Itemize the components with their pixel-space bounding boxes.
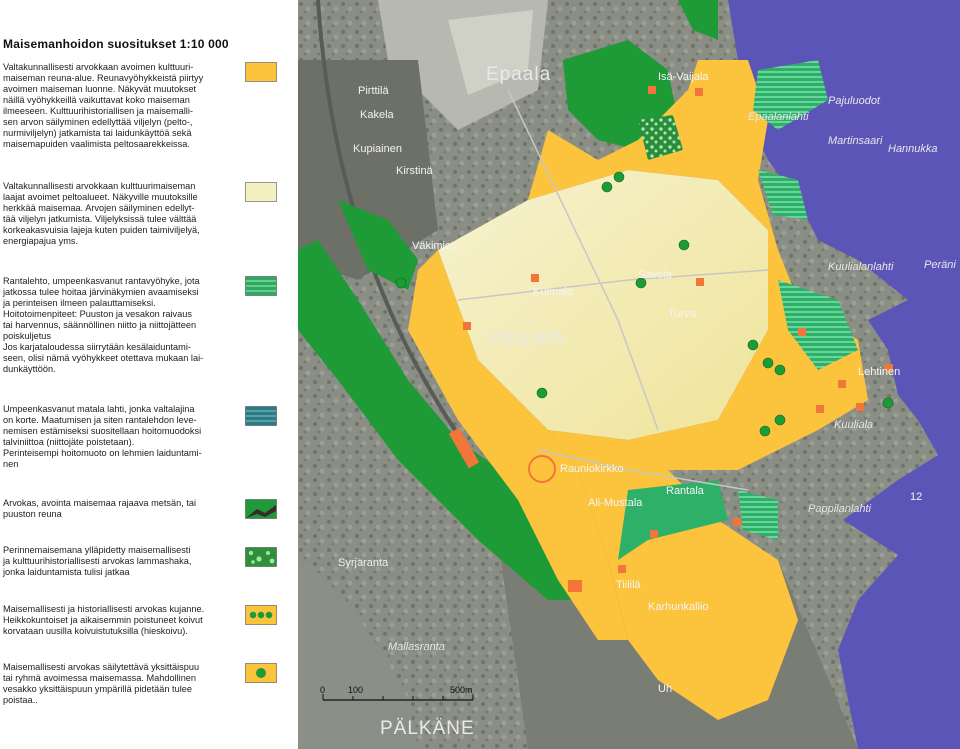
legend-text-kujanne: Maisemallisesti ja historiallisesti arvo… [3,604,205,636]
place-label: Syrjäranta [338,557,389,569]
place-label: Hannukka [888,143,938,155]
place-label: Pappilanlahti [808,503,872,515]
legend-panel: Maisemanhoidon suositukset 1:10 000 Valt… [0,0,298,749]
place-label: Rantala [666,485,705,497]
legend-text-lammashaka: Perinnemaisemana ylläpidetty maisemallis… [3,545,192,577]
place-label: Kulmala [533,286,574,298]
legend-text-yksittaispuu: Maisemallisesti arvokas säilytettävä yks… [3,662,200,705]
legend-title: Maisemanhoidon suositukset 1:10 000 [3,37,229,51]
place-label: Kirstinä [396,165,434,177]
landscape-map: Epaala Isä-Vaijala Pajuluodot Epaalanlah… [298,0,960,749]
place-label: Kuuliala [834,419,873,431]
place-label: Kuulialanlahti [828,261,894,273]
scale-label-0: 0 [320,685,325,695]
legend-swatch-reuna-alue [245,62,277,82]
place-label: Epaalanlahti [748,111,809,123]
scale-label-500: 500m [450,685,473,695]
legend-swatch-peltoalue [245,182,277,202]
legend-text-metsanreuna: Arvokas, avointa maisemaa rajaava metsän… [3,498,197,519]
place-label: Pirttilä [358,85,389,97]
legend-swatch-yksittaispuu [245,663,277,683]
legend-swatch-lammashaka [245,547,277,567]
place-label: Mallasranta [388,641,445,653]
place-label: PÄLKÄNE [380,718,475,739]
place-label: Kakela [360,109,395,121]
north-label: 12 [910,491,922,503]
place-label: Väkimies [412,240,457,252]
scale-label-100: 100 [348,685,363,695]
place-label: Martinsaari [828,135,883,147]
place-label: Lehtinen [858,366,900,378]
legend-text-matala-lahti: Umpeenkasvanut matala lahti, jonka valta… [3,404,202,469]
place-label: Ali-Mustala [588,497,643,509]
place-label: Isä-Vaijala [658,71,709,83]
legend-swatch-rantalehto [245,276,277,296]
place-label: Peräni [924,259,956,271]
legend-swatch-kujanne [245,605,277,625]
place-label: Karhunkallio [648,601,709,613]
place-label: Tiililä [616,579,642,591]
place-label: Pajuluodot [828,95,881,107]
legend-swatch-metsanreuna [245,499,277,519]
legend-text-reuna-alue: Valtakunnallisesti arvokkaan avoimen kul… [3,62,204,149]
place-label: Turva [668,308,697,320]
place-label: Kupiainen [353,143,402,155]
place-label: Väipiälä [488,328,564,349]
legend-swatch-matala-lahti [245,406,277,426]
place-label: Rauniokirkko [560,463,624,475]
place-label: Epaala [486,64,551,85]
place-label: Savola [638,269,673,281]
legend-text-peltoalue: Valtakunnallisesti arvokkaan kulttuurima… [3,181,200,246]
place-label: Uh [658,683,672,695]
legend-text-rantalehto: Rantalehto, umpeenkasvanut rantavyöhyke,… [3,276,204,374]
